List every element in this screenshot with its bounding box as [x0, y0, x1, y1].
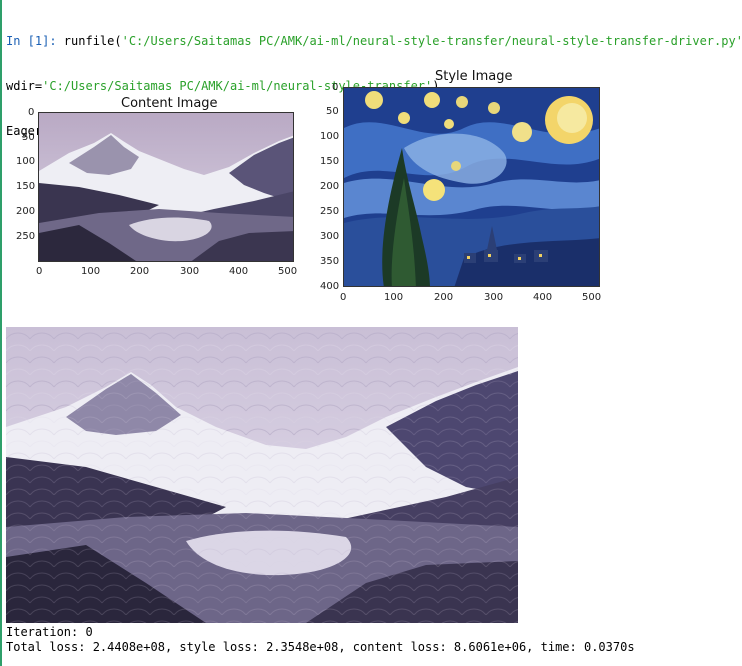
content-y-tick: 0 [28, 107, 35, 118]
input-prompt: In [1]: [6, 34, 57, 48]
console-left-border [0, 0, 2, 666]
style-y-tick: 300 [320, 231, 340, 242]
style-y-tick: 200 [320, 181, 340, 192]
content-x-tick: 300 [180, 266, 200, 277]
style-image-axes [343, 87, 600, 287]
content-y-tick: 250 [16, 231, 36, 242]
style-y-tick: 0 [332, 82, 339, 93]
loss-line: Total loss: 2.4408e+08, style loss: 2.35… [6, 640, 635, 654]
content-x-tick: 500 [278, 266, 298, 277]
script-path: 'C:/Users/Saitamas PC/AMK/ai-ml/neural-s… [121, 34, 742, 48]
content-y-tick: 150 [16, 181, 36, 192]
content-y-tick: 100 [16, 156, 36, 167]
content-x-tick: 0 [36, 266, 43, 277]
content-x-tick: 200 [130, 266, 150, 277]
iteration-line: Iteration: 0 [6, 625, 93, 639]
style-x-tick: 200 [434, 292, 454, 303]
style-x-tick: 0 [340, 292, 347, 303]
content-image-axes [38, 112, 294, 262]
style-y-tick: 100 [320, 131, 340, 142]
style-x-tick: 100 [384, 292, 404, 303]
style-y-tick: 400 [320, 281, 340, 292]
content-x-tick: 100 [81, 266, 101, 277]
runfile-line: In [1]: runfile('C:/Users/Saitamas PC/AM… [6, 34, 742, 48]
style-y-tick: 250 [320, 206, 340, 217]
style-y-tick: 350 [320, 256, 340, 267]
content-image [39, 113, 293, 261]
content-plot-title: Content Image [121, 96, 218, 111]
style-x-tick: 300 [484, 292, 504, 303]
stylized-output-image [6, 327, 518, 623]
style-x-tick: 500 [582, 292, 602, 303]
style-y-tick: 150 [320, 156, 340, 167]
style-x-tick: 400 [533, 292, 553, 303]
content-y-tick: 50 [22, 132, 35, 143]
content-y-tick: 200 [16, 206, 36, 217]
style-plot-title: Style Image [435, 69, 513, 84]
style-y-tick: 50 [326, 106, 339, 117]
content-x-tick: 400 [229, 266, 249, 277]
style-image [344, 88, 599, 286]
